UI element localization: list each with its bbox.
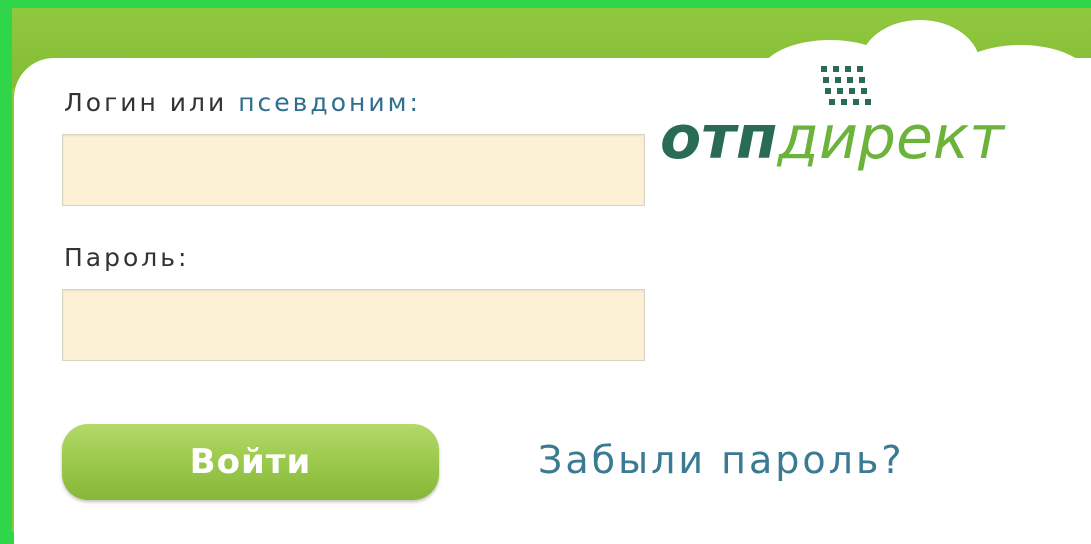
logo-dot [861,88,867,94]
logo-dot [837,88,843,94]
logo-dot [859,77,865,83]
logo-dot [823,77,829,83]
logo-dot [825,88,831,94]
login-label-text: Логин или [64,88,239,117]
alias-label-text: псевдоним: [238,88,421,117]
login-input[interactable] [62,134,645,206]
logo-brand-bold: отп [660,103,778,173]
logo-dot [833,66,839,72]
login-button[interactable]: Войти [62,424,439,500]
forgot-password-link[interactable]: Забыли пароль? [538,438,905,482]
logo-dot [821,66,827,72]
password-label: Пароль: [64,243,190,272]
logo-dot [835,77,841,83]
otp-direct-logo: отпдирект [660,108,1004,168]
password-input[interactable] [62,289,645,361]
logo-dot [857,66,863,72]
login-label: Логин или псевдоним: [64,88,421,117]
logo-brand-light: директ [777,103,1005,173]
logo-dot [849,88,855,94]
logo-dot [845,66,851,72]
logo-dot [847,77,853,83]
